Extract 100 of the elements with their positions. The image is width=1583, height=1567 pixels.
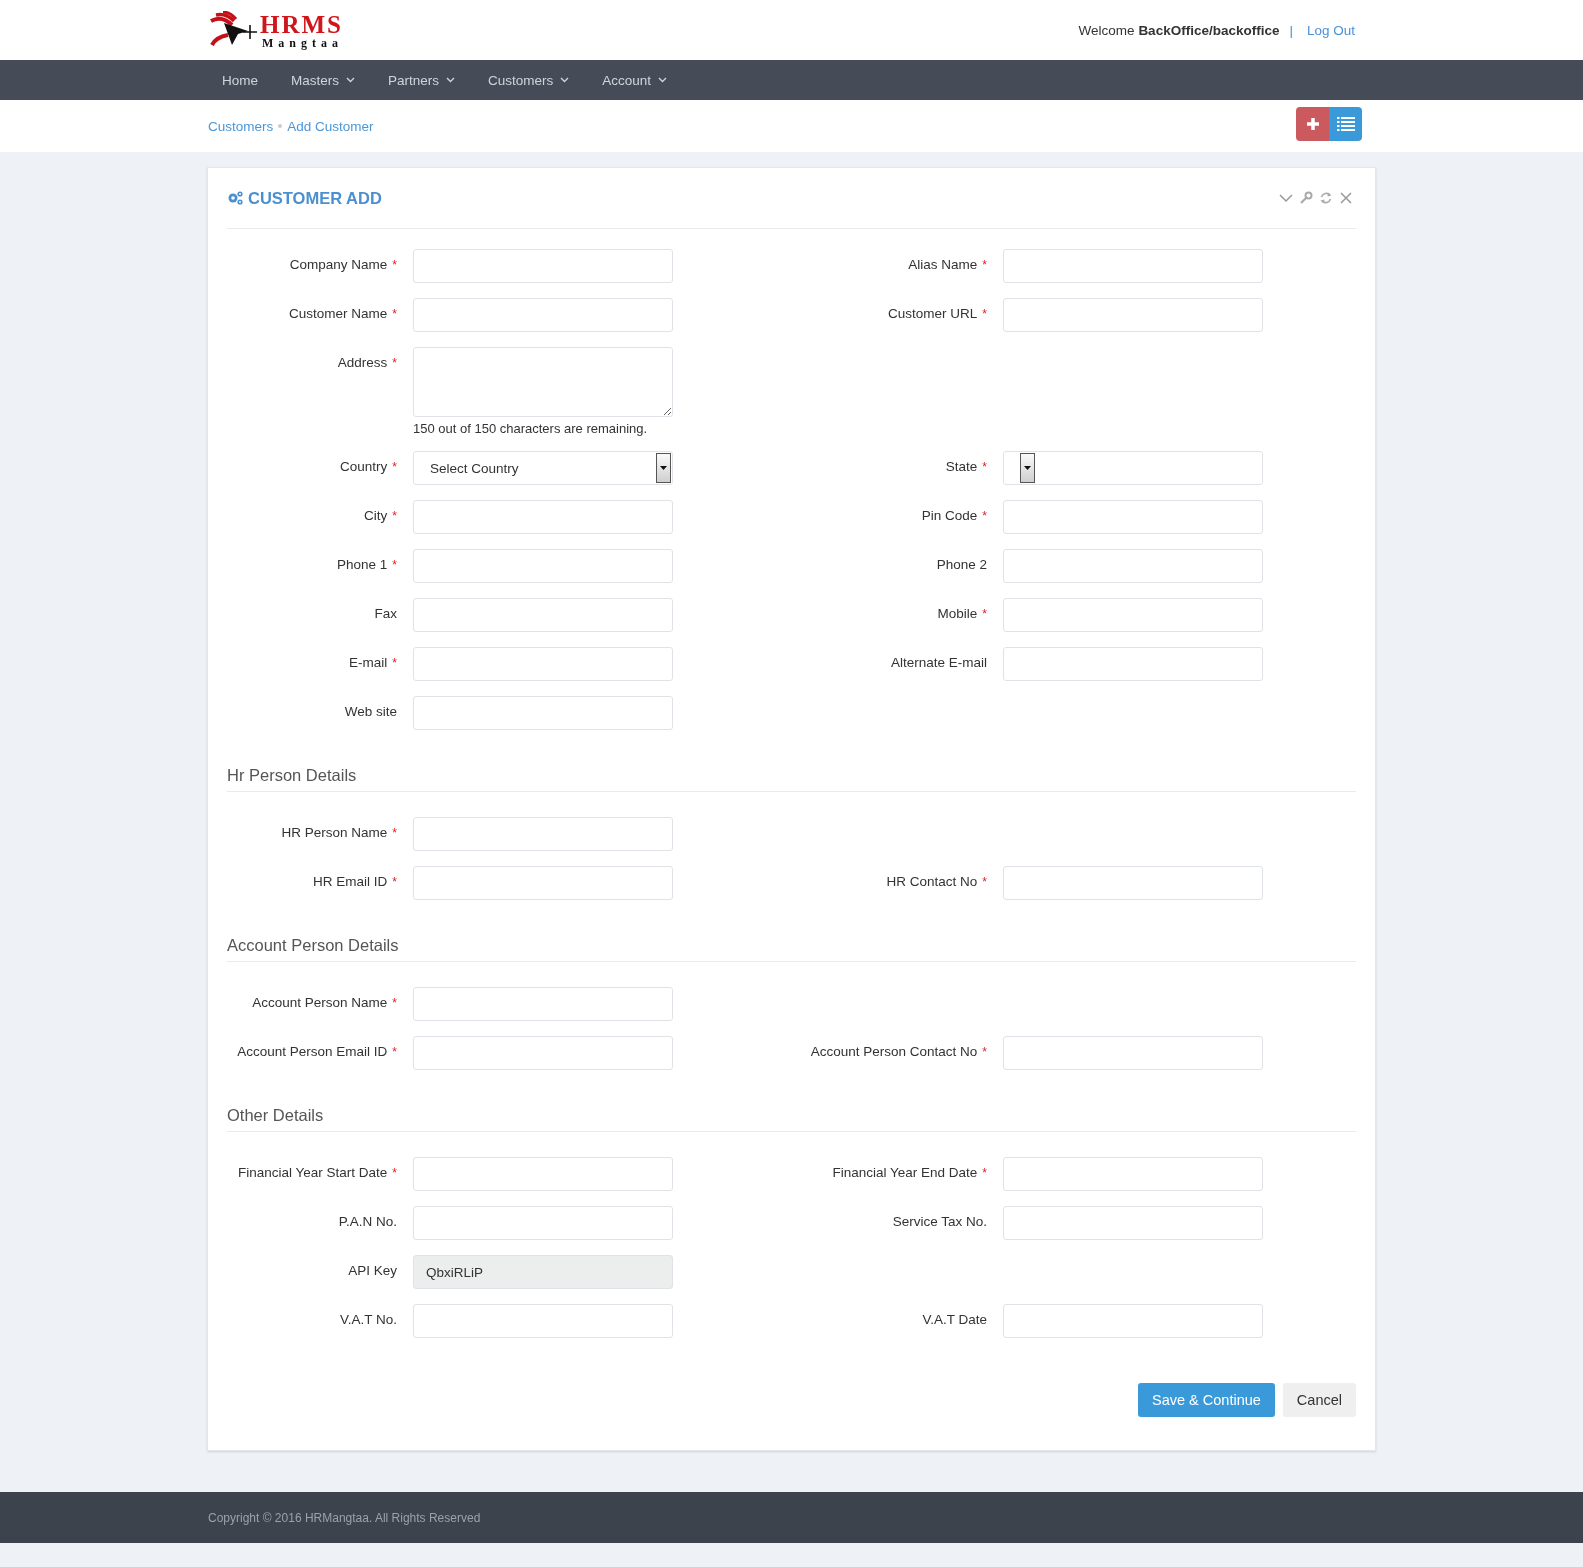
section-heading: Hr Person Details [227, 766, 1356, 792]
field-label: Mobile [937, 606, 978, 621]
logout-link[interactable]: Log Out [1306, 22, 1355, 38]
section-heading: Other Details [227, 1106, 1356, 1132]
field-label: E-mail [349, 655, 388, 670]
required-mark: * [392, 356, 397, 370]
text-field[interactable] [413, 298, 673, 332]
text-field[interactable] [1003, 549, 1263, 583]
section-heading: Account Person Details [227, 936, 1356, 962]
character-count-hint: 150 out of 150 characters are remaining. [413, 421, 649, 436]
list-button[interactable] [1329, 107, 1362, 141]
required-mark: * [982, 875, 987, 889]
add-button[interactable] [1296, 107, 1329, 141]
field-label: Account Person Email ID [237, 1044, 388, 1059]
text-field[interactable] [413, 249, 673, 283]
text-field[interactable] [413, 1206, 673, 1240]
logo-icon [208, 11, 258, 49]
required-mark: * [982, 1045, 987, 1059]
field-label: Account Person Name [252, 995, 388, 1010]
breadcrumb-link[interactable]: Add Customer [287, 118, 374, 134]
field-label: Address [337, 355, 388, 370]
nav-item[interactable]: Masters [277, 60, 371, 100]
text-field[interactable] [1003, 1157, 1263, 1191]
text-field[interactable] [413, 1304, 673, 1338]
close-icon[interactable] [1339, 191, 1353, 205]
required-mark: * [392, 460, 397, 474]
text-field[interactable] [413, 598, 673, 632]
required-mark: * [982, 307, 987, 321]
required-mark: * [392, 826, 397, 840]
save-button[interactable]: Save & Continue [1138, 1383, 1275, 1417]
required-mark: * [982, 509, 987, 523]
welcome-text: Welcome BackOffice/backoffice [1078, 22, 1280, 38]
logo-title: HRMS [260, 11, 343, 37]
nav-item[interactable]: Partners [374, 60, 471, 100]
breadcrumb-link[interactable]: Customers [208, 118, 274, 134]
text-field[interactable] [413, 1157, 673, 1191]
logo-subtitle: Mangtaa [261, 36, 343, 49]
select-field[interactable] [1003, 451, 1263, 485]
field-label: HR Contact No [886, 874, 978, 889]
wrench-icon[interactable] [1299, 191, 1313, 205]
field-label: V.A.T No. [339, 1312, 397, 1327]
required-mark: * [982, 258, 987, 272]
text-field[interactable] [1003, 1304, 1263, 1338]
field-label: P.A.N No. [338, 1214, 397, 1229]
field-label: HR Person Name [281, 825, 388, 840]
required-mark: * [392, 996, 397, 1010]
text-field[interactable] [413, 549, 673, 583]
nav-item[interactable]: Account [588, 60, 683, 100]
field-label: API Key [348, 1263, 397, 1278]
separator: | [1289, 22, 1293, 38]
text-field[interactable] [1003, 500, 1263, 534]
gears-icon [227, 190, 243, 206]
nav-item[interactable]: Customers [474, 60, 585, 100]
cancel-button[interactable]: Cancel [1282, 1383, 1356, 1417]
copyright-text: Copyright © 2016 HRMangtaa. All Rights Reserved [208, 1510, 481, 1525]
required-mark: * [392, 307, 397, 321]
required-mark: * [392, 258, 397, 272]
required-mark: * [982, 1166, 987, 1180]
text-field[interactable] [1003, 249, 1263, 283]
required-mark: * [392, 656, 397, 670]
select-field[interactable]: Select Country [413, 451, 673, 485]
field-label: City [364, 508, 388, 523]
field-label: Phone 2 [936, 557, 987, 572]
text-field[interactable] [413, 500, 673, 534]
required-mark: * [392, 875, 397, 889]
text-field[interactable] [1003, 647, 1263, 681]
list-icon [1336, 116, 1355, 132]
text-field[interactable] [1003, 298, 1263, 332]
text-field[interactable] [1003, 598, 1263, 632]
field-label: Pin Code [921, 508, 978, 523]
refresh-icon[interactable] [1319, 191, 1333, 205]
text-field[interactable] [1003, 1206, 1263, 1240]
text-field[interactable] [1003, 1036, 1263, 1070]
nav-label: Account [602, 72, 652, 88]
required-mark: * [392, 1045, 397, 1059]
text-area[interactable] [413, 347, 673, 417]
field-label: Fax [374, 606, 397, 621]
chevron-down-icon[interactable] [1279, 191, 1293, 205]
field-label: Alternate E-mail [890, 655, 987, 670]
panel-title: CUSTOMER ADD [248, 188, 382, 208]
text-field[interactable] [1003, 866, 1263, 900]
text-field[interactable] [413, 696, 673, 730]
plus-icon [1305, 117, 1320, 131]
required-mark: * [982, 607, 987, 621]
field-label: Financial Year Start Date [238, 1165, 388, 1180]
required-mark: * [392, 558, 397, 572]
field-label: HR Email ID [313, 874, 388, 889]
nav-label: Masters [291, 72, 340, 88]
text-field[interactable] [413, 817, 673, 851]
field-label: State [945, 459, 978, 474]
text-field[interactable] [413, 647, 673, 681]
text-field[interactable] [413, 866, 673, 900]
nav-item[interactable]: Home [208, 60, 273, 100]
nav-label: Partners [388, 72, 440, 88]
field-label: Customer URL [888, 306, 978, 321]
field-label: Web site [344, 704, 397, 719]
nav-label: Customers [488, 72, 554, 88]
text-field[interactable] [413, 987, 673, 1021]
text-field[interactable] [413, 1036, 673, 1070]
field-label: Service Tax No. [892, 1214, 987, 1229]
